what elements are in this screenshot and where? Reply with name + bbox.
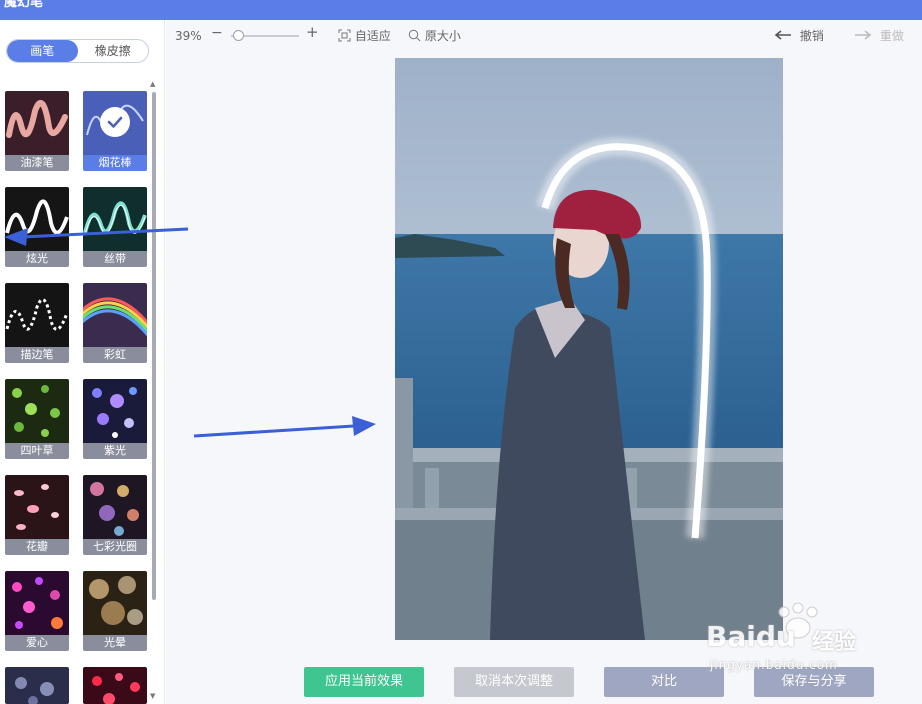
toolbar: 39% − + 自适应 原大小 撤销 重做 bbox=[166, 20, 922, 52]
zoom-slider-knob[interactable] bbox=[232, 30, 244, 41]
zoom-value: 39% bbox=[175, 29, 202, 43]
brush-rainbow[interactable]: 彩虹 bbox=[83, 283, 147, 363]
tab-eraser[interactable]: 橡皮擦 bbox=[78, 40, 149, 62]
watermark-cn: 经验 bbox=[812, 630, 857, 655]
brush-clover[interactable]: 四叶草 bbox=[5, 379, 69, 459]
brush-purple-light[interactable]: 紫光 bbox=[83, 379, 147, 459]
brush-red-heart[interactable] bbox=[83, 667, 147, 704]
title-bar: 魔幻笔 bbox=[0, 0, 922, 20]
brush-sparkler[interactable]: 烟花棒 bbox=[83, 91, 147, 171]
bokeh-brush-icon bbox=[5, 667, 69, 704]
rainbow-brush-icon bbox=[83, 283, 147, 347]
photo-canvas[interactable] bbox=[395, 58, 783, 640]
redo-arrow-icon bbox=[855, 30, 872, 40]
fit-label: 自适应 bbox=[354, 29, 391, 43]
compare-button[interactable]: 对比 bbox=[604, 667, 724, 697]
redo-label: 重做 bbox=[879, 29, 904, 43]
brush-heart[interactable]: 爱心 bbox=[5, 571, 69, 651]
brush-label: 花瓣 bbox=[5, 539, 69, 555]
undo-arrow-icon bbox=[774, 30, 791, 40]
selected-check-icon bbox=[100, 107, 130, 137]
clover-brush-icon bbox=[5, 379, 69, 443]
mode-switch: 画笔 橡皮擦 bbox=[6, 39, 149, 63]
cancel-adjustment-button[interactable]: 取消本次调整 bbox=[454, 667, 574, 697]
brush-outline[interactable]: 描边笔 bbox=[5, 283, 69, 363]
redo-button[interactable]: 重做 bbox=[854, 29, 904, 43]
annotation-arrow-right-icon bbox=[193, 416, 376, 438]
fit-icon bbox=[338, 29, 351, 42]
annotation-arrow-left-icon bbox=[4, 227, 189, 246]
tab-brush[interactable]: 画笔 bbox=[7, 40, 78, 62]
brush-label: 描边笔 bbox=[5, 347, 69, 363]
zoom-in-icon[interactable]: + bbox=[306, 25, 319, 40]
petal-brush-icon bbox=[5, 475, 69, 539]
brush-label: 彩虹 bbox=[83, 347, 147, 363]
scroll-down-icon[interactable]: ▼ bbox=[150, 692, 155, 700]
scrollbar-thumb[interactable] bbox=[152, 92, 156, 600]
brush-rainbow-bokeh[interactable]: 七彩光圈 bbox=[83, 475, 147, 555]
scroll-up-icon[interactable]: ▲ bbox=[150, 80, 155, 88]
undo-button[interactable]: 撤销 bbox=[774, 29, 824, 43]
brush-label: 烟花棒 bbox=[83, 155, 147, 171]
outline-brush-icon bbox=[5, 283, 69, 347]
apply-effect-button[interactable]: 应用当前效果 bbox=[304, 667, 424, 697]
brush-label: 爱心 bbox=[5, 635, 69, 651]
original-size-label: 原大小 bbox=[424, 29, 461, 43]
watermark-brand: Baidu bbox=[706, 620, 796, 653]
brush-halo[interactable]: 光晕 bbox=[83, 571, 147, 651]
red-heart-brush-icon bbox=[83, 667, 147, 704]
halo-brush-icon bbox=[83, 571, 147, 635]
brush-label: 紫光 bbox=[83, 443, 147, 459]
brush-petal[interactable]: 花瓣 bbox=[5, 475, 69, 555]
brush-label: 丝带 bbox=[83, 251, 147, 267]
zoom-out-icon[interactable]: − bbox=[211, 26, 223, 40]
brush-label: 光晕 bbox=[83, 635, 147, 651]
brush-bokeh[interactable] bbox=[5, 667, 69, 704]
magnifier-icon bbox=[408, 29, 421, 42]
purple-light-brush-icon bbox=[83, 379, 147, 443]
brush-label: 七彩光圈 bbox=[83, 539, 147, 555]
brush-sidebar: 画笔 橡皮擦 油漆笔 烟花棒 炫光 丝带 描边笔 彩虹 四叶草 紫光 花瓣 七彩… bbox=[0, 20, 165, 704]
brush-label: 四叶草 bbox=[5, 443, 69, 459]
photo-image bbox=[395, 58, 783, 640]
brush-label: 炫光 bbox=[5, 251, 69, 267]
undo-label: 撤销 bbox=[799, 29, 824, 43]
brush-oil-paint[interactable]: 油漆笔 bbox=[5, 91, 69, 171]
heart-brush-icon bbox=[5, 571, 69, 635]
oil-paint-brush-icon bbox=[5, 91, 69, 155]
fit-button[interactable]: 自适应 bbox=[338, 29, 391, 43]
rainbow-bokeh-brush-icon bbox=[83, 475, 147, 539]
app-title: 魔幻笔 bbox=[4, 0, 44, 10]
original-size-button[interactable]: 原大小 bbox=[408, 29, 461, 43]
brush-label: 油漆笔 bbox=[5, 155, 69, 171]
watermark-url: jingyan.baidu.com bbox=[710, 658, 838, 672]
